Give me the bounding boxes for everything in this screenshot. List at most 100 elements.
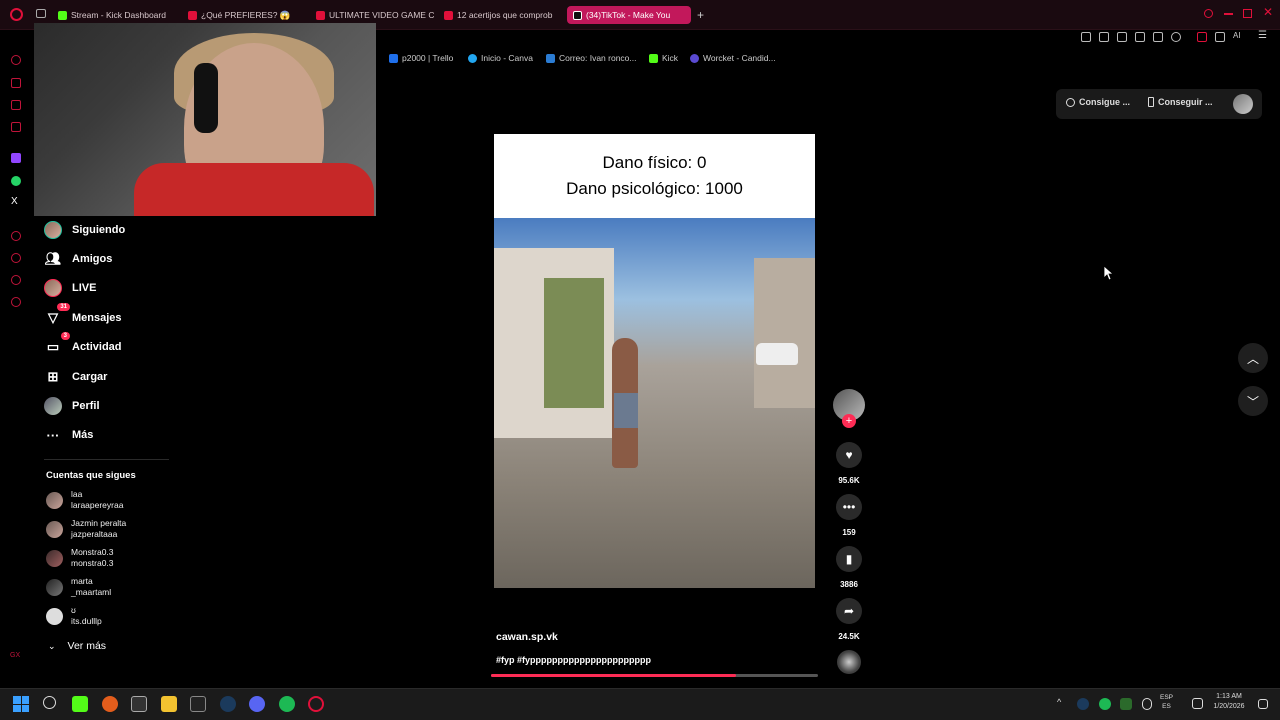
nav-live[interactable]: LIVE [44, 276, 96, 300]
lock-icon[interactable] [1197, 32, 1207, 42]
minimize-icon[interactable] [1224, 13, 1233, 15]
heart-icon[interactable] [1171, 32, 1181, 42]
nav-cargar[interactable]: ⊞ Cargar [44, 365, 108, 389]
menu-icon[interactable]: ☰ [1258, 30, 1267, 41]
bookmark-trello[interactable]: p2000 | Trello [389, 53, 453, 63]
tab-que-prefieres[interactable]: ¿Qué PREFIERES? 😱 [188, 6, 308, 24]
sidebar-tabs-icon[interactable] [11, 78, 21, 88]
save-button[interactable]: ▮ [836, 546, 862, 572]
chevron-up-icon[interactable]: ^ [1057, 697, 1061, 707]
nav-label: Mensajes [72, 312, 122, 324]
video-player[interactable]: Dano físico: 0 Dano psicológico: 1000 [494, 134, 815, 588]
sidebar-mail-icon[interactable] [11, 122, 21, 132]
chevron-down-icon: ⌄ [48, 640, 56, 651]
shield-icon[interactable] [1117, 32, 1127, 42]
bookmark-label: Kick [662, 53, 679, 63]
nav-amigos[interactable]: 👥︎ Amigos [44, 247, 113, 271]
download-icon[interactable] [1215, 32, 1225, 42]
music-disc-icon[interactable] [837, 650, 861, 674]
sidebar-player-icon[interactable] [11, 231, 21, 241]
following-account[interactable]: ʊ its.dulllp [46, 605, 102, 627]
history-icon[interactable] [11, 253, 21, 263]
get-app-button[interactable]: Conseguir ... [1148, 97, 1213, 107]
following-account[interactable]: Monstra0.3 monstra0.3 [46, 547, 114, 569]
mic-tray-icon[interactable] [1142, 698, 1152, 710]
like-button[interactable]: ♥ [836, 442, 862, 468]
messages-icon: ▽ 31 [44, 303, 70, 327]
sidebar-aria-icon[interactable] [11, 55, 21, 65]
notification-icon[interactable] [1258, 699, 1268, 709]
bookmark-worcket[interactable]: Worcket - Candid... [690, 53, 776, 63]
nav-perfil[interactable]: Perfil [44, 394, 100, 418]
video-author[interactable]: cawan.sp.vk [496, 631, 558, 643]
extensions-icon[interactable] [11, 275, 21, 285]
see-more-button[interactable]: ⌄ Ver más [48, 640, 106, 652]
bookmark-label: Worcket - Candid... [703, 53, 776, 63]
opera-gx-icon[interactable] [308, 696, 324, 712]
get-coins-button[interactable]: Consigue ... [1066, 97, 1130, 107]
language-indicator[interactable]: ESP ES [1160, 693, 1173, 711]
following-account[interactable]: Jazmin peralta jazperaltaaa [46, 518, 126, 540]
nvidia-tray-icon[interactable] [1120, 698, 1132, 710]
share-button[interactable]: ➦ [836, 598, 862, 624]
nav-mensajes[interactable]: ▽ 31 Mensajes [44, 303, 122, 330]
kick-icon [649, 53, 658, 63]
bookmark-canva[interactable]: Inicio - Canva [468, 53, 533, 63]
spotify-icon[interactable] [279, 696, 295, 712]
search-icon[interactable] [43, 696, 56, 709]
epic-games-icon[interactable] [190, 696, 206, 712]
comment-button[interactable]: ••• [836, 494, 862, 520]
bookmark-correo[interactable]: Correo: Ivan ronco... [546, 53, 636, 63]
search-icon[interactable] [1204, 9, 1213, 18]
coin-icon [1066, 97, 1075, 107]
discord-icon[interactable] [249, 696, 265, 712]
x-icon[interactable]: X [11, 196, 18, 207]
maximize-icon[interactable] [1243, 9, 1252, 18]
gx-icon[interactable]: GX [10, 652, 20, 659]
tab-workspace-icon[interactable] [36, 9, 46, 18]
friends-icon: 👥︎ [44, 251, 62, 266]
follow-plus-icon[interactable]: + [842, 414, 856, 428]
bookmark-kick[interactable]: Kick [649, 53, 678, 63]
nav-actividad[interactable]: ▭ 3 Actividad [44, 332, 122, 359]
file-explorer-icon[interactable] [161, 696, 177, 712]
nav-label: Cargar [72, 371, 108, 383]
settings-icon[interactable] [11, 297, 21, 307]
nav-siguiendo[interactable]: Siguiendo [44, 218, 125, 242]
pin-icon[interactable] [1081, 32, 1091, 42]
tab-kick-dashboard[interactable]: Stream - Kick Dashboard [58, 6, 183, 24]
snapshot-icon[interactable] [1099, 32, 1109, 42]
video-hashtags[interactable]: #fyp #fypppppppppppppppppppppp [496, 655, 651, 665]
close-icon[interactable]: ✕ [1263, 5, 1273, 19]
messages-badge: 31 [57, 303, 70, 311]
play-icon[interactable] [1153, 32, 1163, 42]
following-account[interactable]: marta _maartaml [46, 576, 111, 598]
windows-start-icon[interactable] [13, 696, 29, 712]
next-video-button[interactable]: ﹀ [1238, 386, 1268, 416]
translate-icon[interactable] [1135, 32, 1145, 42]
ai-icon[interactable]: AI [1233, 31, 1241, 40]
new-tab-plus-icon[interactable]: + [697, 8, 704, 22]
tab-acertijos[interactable]: 12 acertijos que comprob [444, 6, 562, 24]
capcut-icon[interactable] [131, 696, 147, 712]
taskbar-clock[interactable]: 1:13 AM 1/20/2026 [1205, 692, 1253, 712]
opera-logo-icon[interactable] [10, 8, 23, 21]
sidebar-cast-icon[interactable] [11, 100, 21, 110]
steam-tray-icon[interactable] [1077, 698, 1089, 710]
caption-line: Dano físico: 0 [602, 153, 707, 172]
steam-icon[interactable] [220, 696, 236, 712]
twitch-icon[interactable] [11, 153, 21, 163]
nav-mas[interactable]: ··· Más [44, 423, 94, 447]
network-icon[interactable] [1192, 698, 1203, 709]
video-caption-overlay: Dano físico: 0 Dano psicológico: 1000 [494, 134, 815, 218]
whatsapp-icon[interactable] [11, 176, 21, 186]
spotify-tray-icon[interactable] [1099, 698, 1111, 710]
kick-icon[interactable] [72, 696, 88, 712]
user-avatar[interactable] [1233, 94, 1253, 114]
tab-tiktok[interactable]: (34)TikTok - Make You [567, 6, 691, 24]
bookmark-label: Correo: Ivan ronco... [559, 53, 637, 63]
app-icon[interactable] [102, 696, 118, 712]
following-account[interactable]: laa laraapereyraa [46, 489, 123, 511]
tab-ultimate-video-game[interactable]: ULTIMATE VIDEO GAME C [316, 6, 434, 24]
previous-video-button[interactable]: ︿ [1238, 343, 1268, 373]
